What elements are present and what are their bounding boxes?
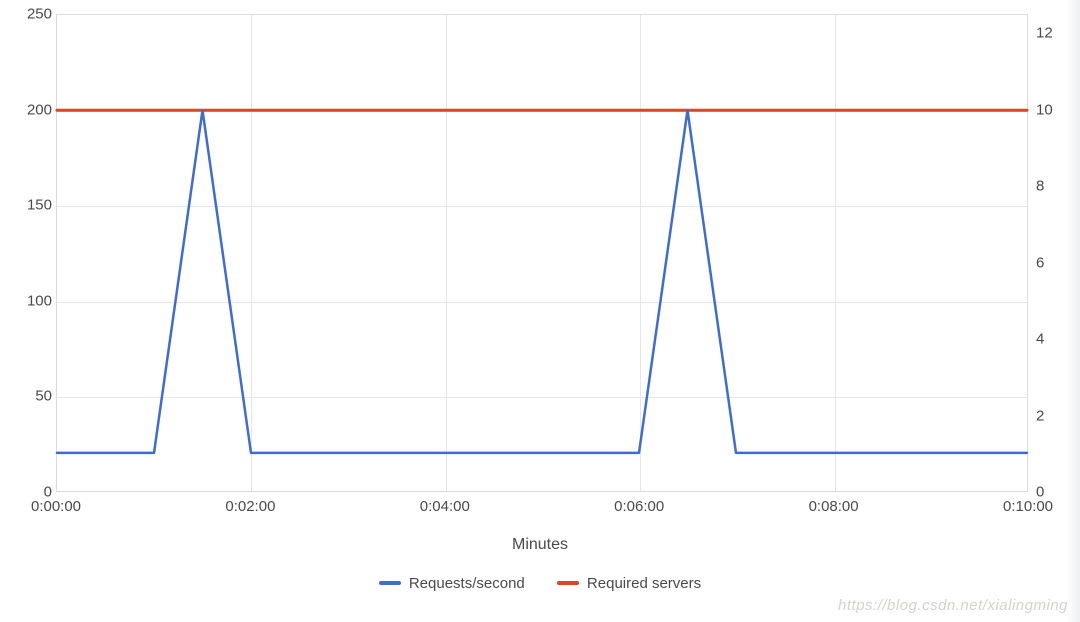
y-right-tick: 10 [1036, 101, 1053, 118]
y-left-tick: 100 [27, 292, 52, 309]
y-left-tick: 250 [27, 6, 52, 23]
series-svg [57, 15, 1027, 491]
plot-area [56, 14, 1028, 492]
legend-label: Requests/second [409, 575, 525, 592]
y-right-tick: 6 [1036, 254, 1044, 271]
y-left-tick: 50 [35, 388, 52, 405]
chart: 0 50 100 150 200 250 0 2 4 6 8 10 12 0:0… [0, 0, 1080, 622]
x-tick: 0:04:00 [420, 498, 470, 515]
legend-label: Required servers [587, 575, 701, 592]
legend-swatch-icon [379, 581, 401, 585]
y-left-tick: 200 [27, 101, 52, 118]
x-tick: 0:10:00 [1003, 498, 1053, 515]
y-right-tick: 4 [1036, 331, 1044, 348]
legend-item-requests: Requests/second [379, 575, 525, 592]
legend: Requests/second Required servers [0, 572, 1080, 592]
x-axis-title: Minutes [0, 536, 1080, 554]
y-right-tick: 12 [1036, 25, 1053, 42]
page-edge-shadow [1066, 0, 1080, 622]
watermark-text: https://blog.csdn.net/xialingming [838, 597, 1068, 614]
legend-swatch-icon [557, 581, 579, 585]
x-tick: 0:00:00 [31, 498, 81, 515]
series-requests-per-second [57, 110, 1027, 453]
x-tick: 0:08:00 [809, 498, 859, 515]
legend-item-servers: Required servers [557, 575, 701, 592]
x-tick: 0:06:00 [614, 498, 664, 515]
y-right-tick: 8 [1036, 178, 1044, 195]
y-right-tick: 2 [1036, 407, 1044, 424]
y-left-tick: 150 [27, 197, 52, 214]
x-tick: 0:02:00 [225, 498, 275, 515]
